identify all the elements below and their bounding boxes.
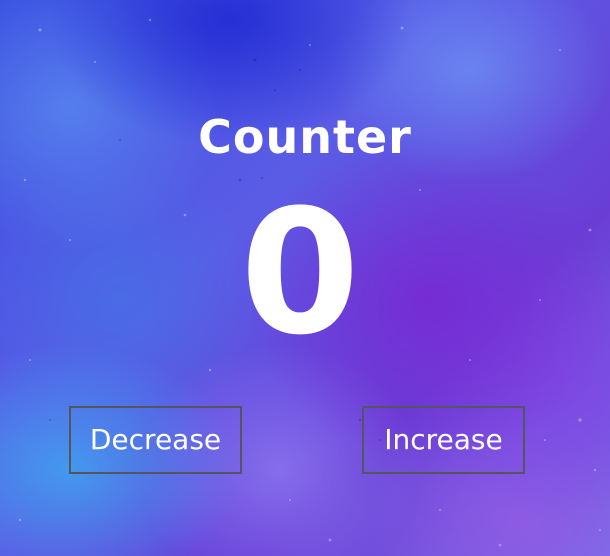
counter-value: 0 [240, 172, 360, 373]
decrease-button[interactable]: Decrease [69, 406, 242, 474]
counter-title: Counter [198, 110, 412, 164]
increase-button[interactable]: Increase [362, 406, 525, 474]
